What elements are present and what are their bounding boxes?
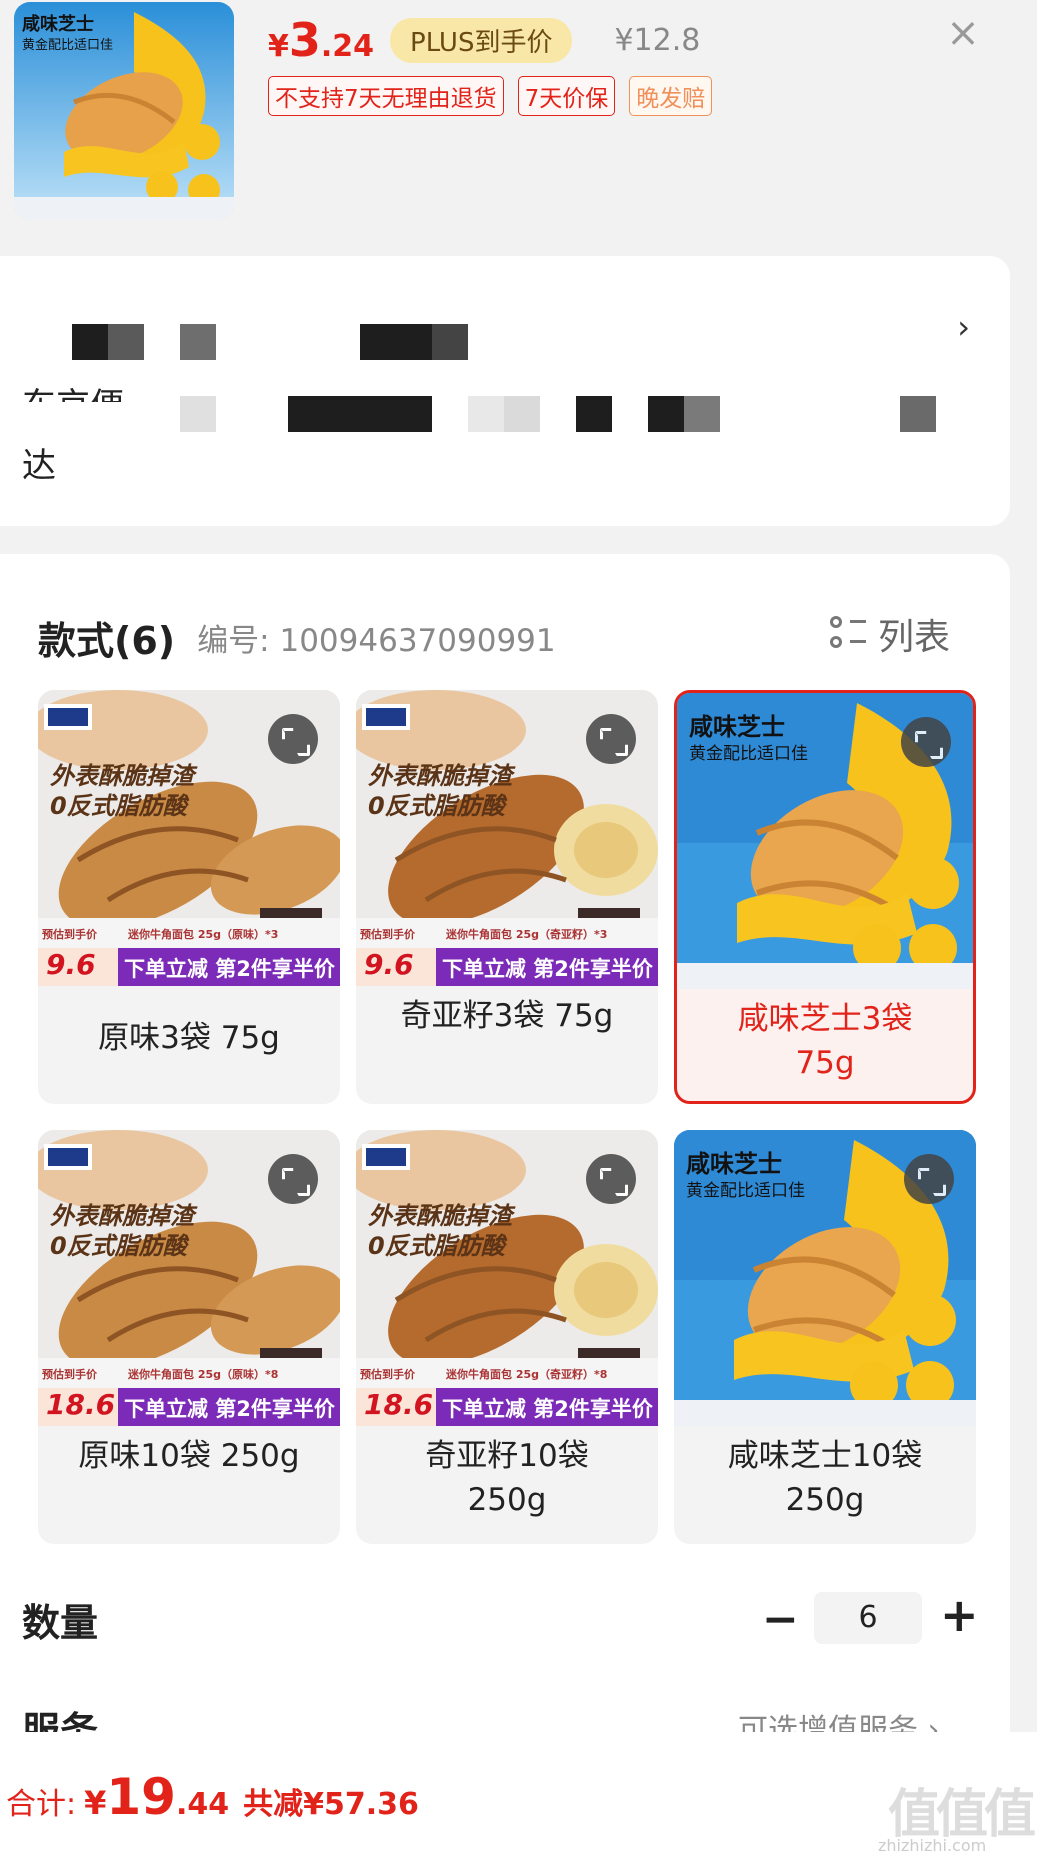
redacted-block (576, 396, 612, 432)
promo-price-tag: 预估到手价 (360, 928, 415, 941)
promo-price: 9.6 (364, 948, 414, 981)
quantity-decrease-button[interactable]: − (762, 1594, 799, 1645)
promo-price-tag: 预估到手价 (42, 1368, 97, 1381)
redacted-block (684, 396, 720, 432)
promo-text: 下单立减 第2件享半价 (442, 957, 653, 981)
image-subheadline: 0反式脂肪酸 (50, 792, 187, 820)
total-currency: ¥ (84, 1784, 107, 1822)
original-price: ¥12.8 (614, 22, 701, 58)
image-title: 咸味芝士 (689, 713, 785, 741)
promo-text: 下单立减 第2件享半价 (442, 1397, 653, 1421)
redacted-block (108, 324, 144, 360)
style-option-card[interactable]: 外表酥脆掉渣 0反式脂肪酸 预估到手价 迷你牛角面包 25g（原味）*8 18.6 下单立… (38, 1130, 340, 1544)
style-option-card[interactable]: 外表酥脆掉渣 0反式脂肪酸 预估到手价 迷你牛角面包 25g（奇亚籽）*8 18.6 下单… (356, 1130, 658, 1544)
total-decimal: .44 (175, 1787, 230, 1822)
redacted-block (468, 396, 504, 432)
expand-image-icon[interactable] (268, 714, 318, 764)
product-summary: 咸味芝士 黄金配比适口佳 ¥ 3 .24 PLUS到手价 ¥12.8 × 不支持… (0, 0, 1037, 240)
image-subheadline: 0反式脂肪酸 (368, 792, 505, 820)
chevron-right-icon: › (957, 308, 970, 346)
redacted-block (72, 324, 108, 360)
promo-pack-text: 迷你牛角面包 25g（奇亚籽）*8 (446, 1368, 608, 1381)
style-option-label: 奇亚籽10袋 250g (425, 1438, 589, 1518)
promo-pack-text: 迷你牛角面包 25g（奇亚籽）*3 (446, 928, 608, 941)
thumb-title: 咸味芝士 (22, 14, 94, 35)
quantity-increase-button[interactable]: + (940, 1588, 979, 1642)
promo-text: 下单立减 第2件享半价 (124, 957, 335, 981)
style-option-label: 原味3袋 75g (98, 1020, 280, 1056)
style-option-label: 咸味芝士10袋 250g (727, 1438, 923, 1518)
address-card[interactable]: › (0, 256, 1010, 526)
expand-image-icon[interactable] (586, 1154, 636, 1204)
style-option-card[interactable]: 咸味芝士黄金配比适口佳咸味芝士10袋 250g (674, 1130, 976, 1544)
style-option-card[interactable]: 外表酥脆掉渣 0反式脂肪酸 预估到手价 迷你牛角面包 25g（奇亚籽）*3 9.6 下单立… (356, 690, 658, 1104)
style-option-card[interactable]: 咸味芝士黄金配比适口佳咸味芝士3袋 75g (674, 690, 976, 1104)
expand-image-icon[interactable] (586, 714, 636, 764)
quantity-input[interactable]: 6 (814, 1592, 922, 1644)
redacted-block (648, 396, 684, 432)
total-label: 合计: (6, 1787, 77, 1822)
style-option-image: 咸味芝士黄金配比适口佳 (677, 693, 973, 989)
redacted-block (900, 396, 936, 432)
total-integer: 19 (106, 1768, 176, 1826)
expand-image-icon[interactable] (904, 1154, 954, 1204)
tag-price-protect: 7天价保 (517, 76, 616, 116)
expand-image-icon[interactable] (268, 1154, 318, 1204)
promo-pack-text: 迷你牛角面包 25g（原味）*8 (128, 1368, 279, 1381)
style-option-label: 原味10袋 250g (78, 1438, 300, 1474)
list-icon (830, 616, 868, 652)
expand-image-icon[interactable] (901, 717, 951, 767)
close-icon[interactable]: × (938, 8, 988, 58)
style-option-label: 咸味芝士3袋 75g (737, 1001, 913, 1081)
promo-pack-text: 迷你牛角面包 25g（原味）*3 (128, 928, 279, 941)
promo-price-tag: 预估到手价 (42, 928, 97, 941)
image-subtitle: 黄金配比适口佳 (686, 1181, 805, 1201)
product-thumbnail: 咸味芝士 黄金配比适口佳 (14, 2, 234, 220)
price-currency: ¥ (268, 28, 289, 64)
image-subtitle: 黄金配比适口佳 (689, 744, 808, 764)
service-tags: 不支持7天无理由退货 7天价保 晚发赔 (268, 76, 713, 116)
style-option-image: 外表酥脆掉渣 0反式脂肪酸 预估到手价 迷你牛角面包 25g（奇亚籽）*3 9.6 下单立… (356, 690, 658, 986)
total-saving: 共减¥57.36 (243, 1787, 419, 1822)
redacted-block (432, 324, 468, 360)
image-title: 咸味芝士 (686, 1150, 782, 1178)
total-summary: 合计: ¥ 19 .44 共减¥57.36 (6, 1768, 419, 1826)
promo-text: 下单立减 第2件享半价 (124, 1397, 335, 1421)
style-option-image: 外表酥脆掉渣 0反式脂肪酸 预估到手价 迷你牛角面包 25g（原味）*8 18.6 下单立… (38, 1130, 340, 1426)
list-view-label: 列表 (878, 617, 951, 658)
style-title: 款式(6) (38, 619, 176, 663)
product-code: 编号: 10094637090991 (197, 623, 556, 659)
redacted-block (180, 396, 216, 432)
price-row: ¥ 3 .24 PLUS到手价 ¥12.8 (268, 10, 700, 70)
style-option-card[interactable]: 外表酥脆掉渣 0反式脂肪酸 预估到手价 迷你牛角面包 25g（原味）*3 9.6 下单立减… (38, 690, 340, 1104)
style-option-image: 外表酥脆掉渣 0反式脂肪酸 预估到手价 迷你牛角面包 25g（奇亚籽）*8 18.6 下单… (356, 1130, 658, 1426)
price-decimal: .24 (320, 28, 375, 64)
redacted-block (360, 324, 432, 360)
image-subheadline: 0反式脂肪酸 (50, 1232, 187, 1260)
address-line-partial: 东京便 (22, 378, 124, 402)
redacted-block (288, 396, 432, 432)
style-option-image: 外表酥脆掉渣 0反式脂肪酸 预估到手价 迷你牛角面包 25g（原味）*3 9.6 下单立减… (38, 690, 340, 986)
list-view-toggle[interactable]: 列表 (830, 608, 950, 660)
redacted-block (504, 396, 540, 432)
promo-price-tag: 预估到手价 (360, 1368, 415, 1381)
address-line: 达 (22, 446, 56, 486)
quantity-label: 数量 (22, 1601, 99, 1645)
plus-price-tag: PLUS到手价 (390, 17, 573, 63)
promo-price: 18.6 (46, 1388, 116, 1421)
price-integer: 3 (288, 13, 321, 67)
promo-price: 18.6 (364, 1388, 434, 1421)
style-header: 款式(6) 编号: 10094637090991 (38, 610, 556, 665)
tag-late-compensation: 晚发赔 (629, 76, 713, 116)
style-option-image: 咸味芝士黄金配比适口佳 (674, 1130, 976, 1426)
style-option-label: 奇亚籽3袋 75g (400, 998, 614, 1034)
tag-no-return: 不支持7天无理由退货 (268, 76, 504, 116)
watermark-url: zhizhizhi.com (878, 1836, 987, 1855)
redacted-block (180, 324, 216, 360)
promo-price: 9.6 (46, 948, 96, 981)
image-subheadline: 0反式脂肪酸 (368, 1232, 505, 1260)
thumb-subtitle: 黄金配比适口佳 (22, 38, 114, 53)
